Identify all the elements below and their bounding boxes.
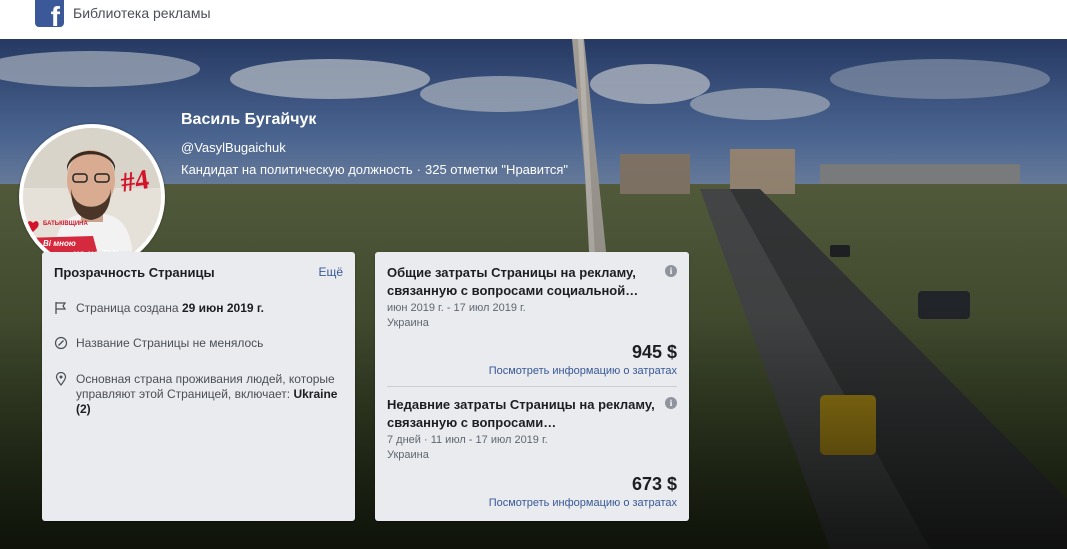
page-handle: @VasylBugaichuk xyxy=(181,140,286,155)
page-transparency-card: Прозрачность Страницы Ещё Страница созда… xyxy=(42,252,355,521)
avatar-party-label: БАТЬКІВЩИНА xyxy=(43,221,88,227)
avatar-slogan-line-1: Ві мною xyxy=(43,239,76,248)
recent-spend-country: Украина xyxy=(387,449,429,461)
info-icon[interactable]: i xyxy=(665,265,677,277)
total-spend-title: Общие затраты Страницы на рекламу, связа… xyxy=(387,265,639,298)
page-created-row: Страница создана 29 июн 2019 г. xyxy=(54,301,344,316)
location-pin-icon xyxy=(55,372,67,386)
top-bar: f Библиотека рекламы xyxy=(0,0,1067,39)
recent-spend-amount: 673 $ xyxy=(631,474,677,494)
total-spend-country: Украина xyxy=(387,317,429,329)
recent-spend-section: Недавние затраты Страницы на рекламу, св… xyxy=(387,396,677,509)
page-spending-card: Общие затраты Страницы на рекламу, связа… xyxy=(375,252,689,521)
created-date: 29 июн 2019 г. xyxy=(181,301,265,315)
country-row: Основная страна проживания людей, которы… xyxy=(54,372,344,417)
country-count: (2) xyxy=(76,402,91,416)
avatar-number-badge: #4 xyxy=(118,164,151,199)
pencil-icon xyxy=(54,336,68,350)
ad-library-title[interactable]: Библиотека рекламы xyxy=(73,5,211,21)
facebook-logo-icon[interactable]: f xyxy=(35,0,64,27)
page-name[interactable]: Василь Бугайчук xyxy=(181,111,316,129)
cover-photo: #4 БАТЬКІВЩИНА Ві мною на на ТИ! Василь … xyxy=(0,39,1067,549)
recent-spend-dates: 7 дней · 11 июл - 17 июл 2019 г. xyxy=(387,434,548,446)
spend-divider xyxy=(387,386,677,387)
recent-spend-title: Недавние затраты Страницы на рекламу, св… xyxy=(387,397,655,430)
page-likes: 325 отметки "Нравится" xyxy=(424,162,569,177)
name-history-row: Название Страницы не менялось xyxy=(54,336,344,351)
page-category: Кандидат на политическую должность xyxy=(181,162,413,177)
total-spend-amount: 945 $ xyxy=(631,342,677,362)
recent-spend-details-link[interactable]: Посмотреть информацию о затратах xyxy=(489,497,677,509)
page-avatar[interactable]: #4 БАТЬКІВЩИНА Ві мною на на ТИ! xyxy=(19,124,165,270)
transparency-title: Прозрачность Страницы xyxy=(54,265,215,280)
meta-separator: · xyxy=(416,162,421,177)
name-unchanged-text: Название Страницы не менялось xyxy=(76,336,264,350)
total-spend-details-link[interactable]: Посмотреть информацию о затратах xyxy=(489,365,677,377)
transparency-more-link[interactable]: Ещё xyxy=(318,265,343,279)
info-icon[interactable]: i xyxy=(665,397,677,409)
created-prefix: Страница создана xyxy=(76,301,182,315)
page-meta: Кандидат на политическую должность · 325 о… xyxy=(181,162,568,177)
country-value: Ukraine xyxy=(293,387,338,401)
flag-icon xyxy=(55,302,67,314)
total-spend-dates: июн 2019 г. - 17 июл 2019 г. xyxy=(387,302,526,314)
total-spend-section: Общие затраты Страницы на рекламу, связа… xyxy=(387,264,677,377)
